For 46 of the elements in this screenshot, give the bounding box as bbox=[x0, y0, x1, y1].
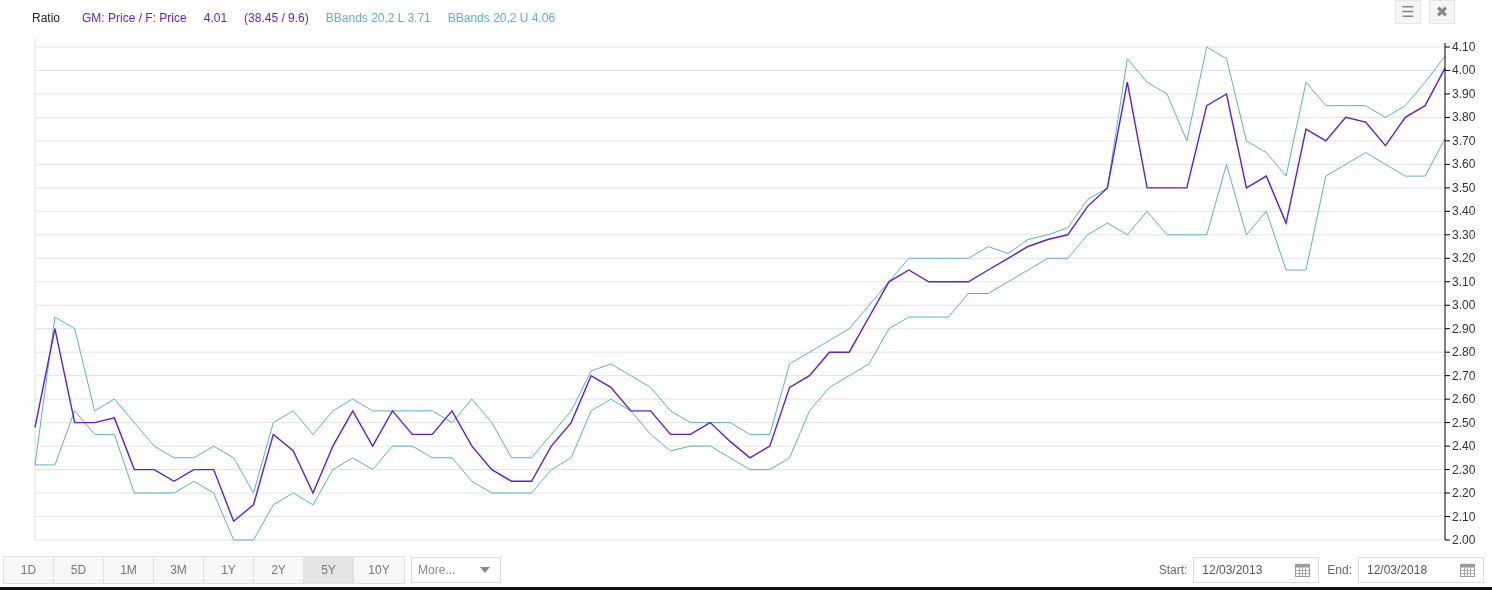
more-dropdown[interactable]: More... bbox=[411, 557, 501, 583]
end-label: End: bbox=[1327, 563, 1352, 577]
axis-tick-label: 2.30 bbox=[1452, 462, 1476, 477]
axis-tick-label: 3.00 bbox=[1452, 298, 1476, 313]
axis-tick-label: 3.70 bbox=[1452, 133, 1476, 148]
range-button[interactable]: 1M bbox=[104, 557, 154, 583]
range-button[interactable]: 1D bbox=[4, 557, 54, 583]
axis-tick-label: 3.30 bbox=[1452, 227, 1476, 242]
legend-label: BBands 20,2 U 4.06 bbox=[447, 11, 556, 25]
legend-label: GM: Price / F: Price bbox=[82, 11, 187, 25]
close-button[interactable]: ✖ bbox=[1429, 0, 1455, 24]
range-button[interactable]: 2Y bbox=[254, 557, 304, 583]
axis-tick-label: 2.90 bbox=[1452, 321, 1476, 336]
axis-tick-label: 2.20 bbox=[1452, 486, 1476, 501]
range-button[interactable]: 5D bbox=[54, 557, 104, 583]
legend-label: BBands 20,2 L 3.71 bbox=[325, 11, 431, 25]
caret-icon bbox=[480, 567, 490, 573]
axis-tick-label: 2.50 bbox=[1452, 415, 1476, 430]
axis-tick-label: 2.80 bbox=[1452, 345, 1476, 360]
calendar-icon bbox=[1460, 562, 1475, 577]
range-button[interactable]: 1Y bbox=[204, 557, 254, 583]
axis-tick-label: 3.60 bbox=[1452, 157, 1476, 172]
axis-tick-label: 2.00 bbox=[1452, 533, 1476, 547]
axis-tick-label: 3.40 bbox=[1452, 204, 1476, 219]
range-button[interactable]: 3M bbox=[154, 557, 204, 583]
menu-button[interactable]: ☰ bbox=[1395, 0, 1421, 24]
axis-tick-label: 2.10 bbox=[1452, 509, 1476, 524]
start-date-field[interactable]: 12/03/2013 bbox=[1193, 557, 1320, 583]
start-label: Start: bbox=[1158, 563, 1188, 577]
axis-tick-label: 4.10 bbox=[1452, 40, 1476, 54]
legend-label: 4.01 bbox=[203, 11, 228, 25]
range-button[interactable]: 5Y bbox=[304, 557, 354, 583]
end-date-field[interactable]: 12/03/2018 bbox=[1358, 557, 1484, 583]
axis-tick-label: 3.10 bbox=[1452, 274, 1476, 289]
axis-tick-label: 3.20 bbox=[1452, 251, 1476, 266]
axis-tick-label: 3.90 bbox=[1452, 86, 1476, 101]
range-button[interactable]: 10Y bbox=[354, 557, 404, 583]
legend-title: Ratio bbox=[32, 11, 60, 25]
axis-tick-label: 4.00 bbox=[1452, 63, 1476, 78]
axis-tick-label: 3.50 bbox=[1452, 180, 1476, 195]
axis-tick-label: 2.70 bbox=[1452, 368, 1476, 383]
legend-label: (38.45 / 9.6) bbox=[244, 11, 309, 25]
axis-tick-label: 2.60 bbox=[1452, 392, 1476, 407]
axis-tick-label: 2.40 bbox=[1452, 439, 1476, 454]
calendar-icon bbox=[1295, 562, 1311, 577]
axis-tick-label: 3.80 bbox=[1452, 110, 1476, 125]
